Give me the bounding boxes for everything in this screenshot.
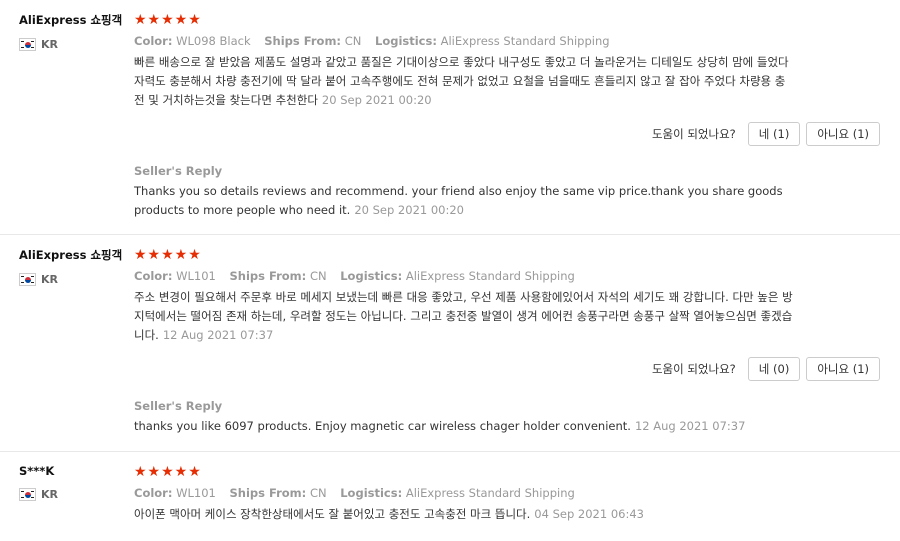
review-content: ★★★★★ Color: WL098 Black Ships From: CN … (134, 0, 900, 232)
seller-reply-date: 20 Sep 2021 00:20 (354, 203, 464, 217)
color-value: WL101 (176, 269, 216, 283)
review-text: 주소 변경이 필요해서 주문후 바로 메세지 보냈는데 빠른 대응 좋았고, 우… (134, 288, 794, 345)
seller-reply-text: thanks you like 6097 products. Enjoy mag… (134, 417, 794, 436)
ships-from-value: CN (309, 269, 327, 283)
seller-reply-title: Seller's Reply (134, 164, 223, 178)
helpful-yes-button[interactable]: 네 (0) (747, 357, 801, 381)
review-item: AliExpress 쇼핑객 KR ★★★★★ Color: WL098 Bla… (0, 0, 900, 235)
helpful-vote: 도움이 되었나요? 네 (1) 아니요 (1) (134, 122, 880, 146)
logistics-label: Logistics: (340, 269, 403, 283)
helpful-vote: 도움이 되었나요? 네 (0) 아니요 (1) (134, 357, 880, 381)
helpful-label: 도움이 되었나요? (651, 127, 736, 141)
logistics-value: AliExpress Standard Shipping (440, 34, 610, 48)
seller-reply: Seller's Reply thanks you like 6097 prod… (134, 399, 880, 448)
logistics-value: AliExpress Standard Shipping (405, 486, 575, 500)
review-date: 20 Sep 2021 00:20 (321, 93, 432, 107)
reviewer-name: AliExpress 쇼핑객 (19, 248, 123, 262)
order-attributes: Color: WL098 Black Ships From: CN Logist… (134, 34, 880, 48)
reviewer-name: AliExpress 쇼핑객 (19, 13, 123, 27)
country-code: KR (41, 488, 58, 501)
kr-flag-icon (19, 488, 36, 501)
helpful-yes-button[interactable]: 네 (1) (747, 122, 801, 146)
ships-from-label: Ships From: (264, 34, 342, 48)
logistics-value: AliExpress Standard Shipping (405, 269, 575, 283)
ships-from-value: CN (344, 34, 362, 48)
reviewer-info: S***K KR (19, 464, 129, 501)
reviewer-country: KR (19, 488, 129, 501)
review-item: AliExpress 쇼핑객 KR ★★★★★ Color: WL101 Shi… (0, 235, 900, 452)
review-item: S***K KR ★★★★★ Color: WL101 Ships From: … (0, 452, 900, 541)
order-attributes: Color: WL101 Ships From: CN Logistics: A… (134, 269, 880, 283)
review-text: 빠른 배송으로 잘 받았음 제품도 설명과 같았고 품질은 기대이상으로 좋았다… (134, 53, 794, 110)
review-text: 아이폰 맥아머 케이스 장착한상태에서도 잘 붙어있고 충전도 고속충전 마크 … (134, 505, 794, 524)
reviewer-info: AliExpress 쇼핑객 KR (19, 12, 129, 51)
country-code: KR (41, 273, 58, 286)
reviewer-country: KR (19, 38, 129, 51)
reviewer-info: AliExpress 쇼핑객 KR (19, 247, 129, 286)
review-body: 빠른 배송으로 잘 받았음 제품도 설명과 같았고 품질은 기대이상으로 좋았다… (134, 55, 789, 107)
seller-reply-date: 12 Aug 2021 07:37 (634, 419, 746, 433)
review-body: 아이폰 맥아머 케이스 장착한상태에서도 잘 붙어있고 충전도 고속충전 마크 … (134, 507, 531, 521)
helpful-no-button[interactable]: 아니요 (1) (806, 357, 880, 381)
helpful-no-button[interactable]: 아니요 (1) (806, 122, 880, 146)
reviewer-name: S***K (19, 464, 55, 478)
seller-reply-text: Thanks you so details reviews and recomm… (134, 182, 794, 220)
review-content: ★★★★★ Color: WL101 Ships From: CN Logist… (134, 452, 900, 524)
color-value: WL098 Black (176, 34, 251, 48)
seller-reply-title: Seller's Reply (134, 399, 223, 413)
country-code: KR (41, 38, 58, 51)
order-attributes: Color: WL101 Ships From: CN Logistics: A… (134, 486, 880, 500)
color-label: Color: (134, 34, 173, 48)
review-content: ★★★★★ Color: WL101 Ships From: CN Logist… (134, 235, 900, 448)
color-label: Color: (134, 269, 173, 283)
star-rating: ★★★★★ (134, 464, 202, 480)
logistics-label: Logistics: (340, 486, 403, 500)
logistics-label: Logistics: (375, 34, 437, 48)
kr-flag-icon (19, 273, 36, 286)
ships-from-value: CN (309, 486, 327, 500)
seller-reply: Seller's Reply Thanks you so details rev… (134, 164, 880, 232)
helpful-label: 도움이 되었나요? (651, 362, 736, 376)
ships-from-label: Ships From: (229, 486, 307, 500)
ships-from-label: Ships From: (229, 269, 307, 283)
star-rating: ★★★★★ (134, 12, 202, 28)
color-value: WL101 (176, 486, 216, 500)
star-rating: ★★★★★ (134, 247, 202, 263)
color-label: Color: (134, 486, 173, 500)
review-date: 12 Aug 2021 07:37 (162, 328, 274, 342)
seller-reply-body: thanks you like 6097 products. Enjoy mag… (134, 419, 631, 433)
reviewer-country: KR (19, 273, 129, 286)
kr-flag-icon (19, 38, 36, 51)
review-date: 04 Sep 2021 06:43 (534, 507, 644, 521)
